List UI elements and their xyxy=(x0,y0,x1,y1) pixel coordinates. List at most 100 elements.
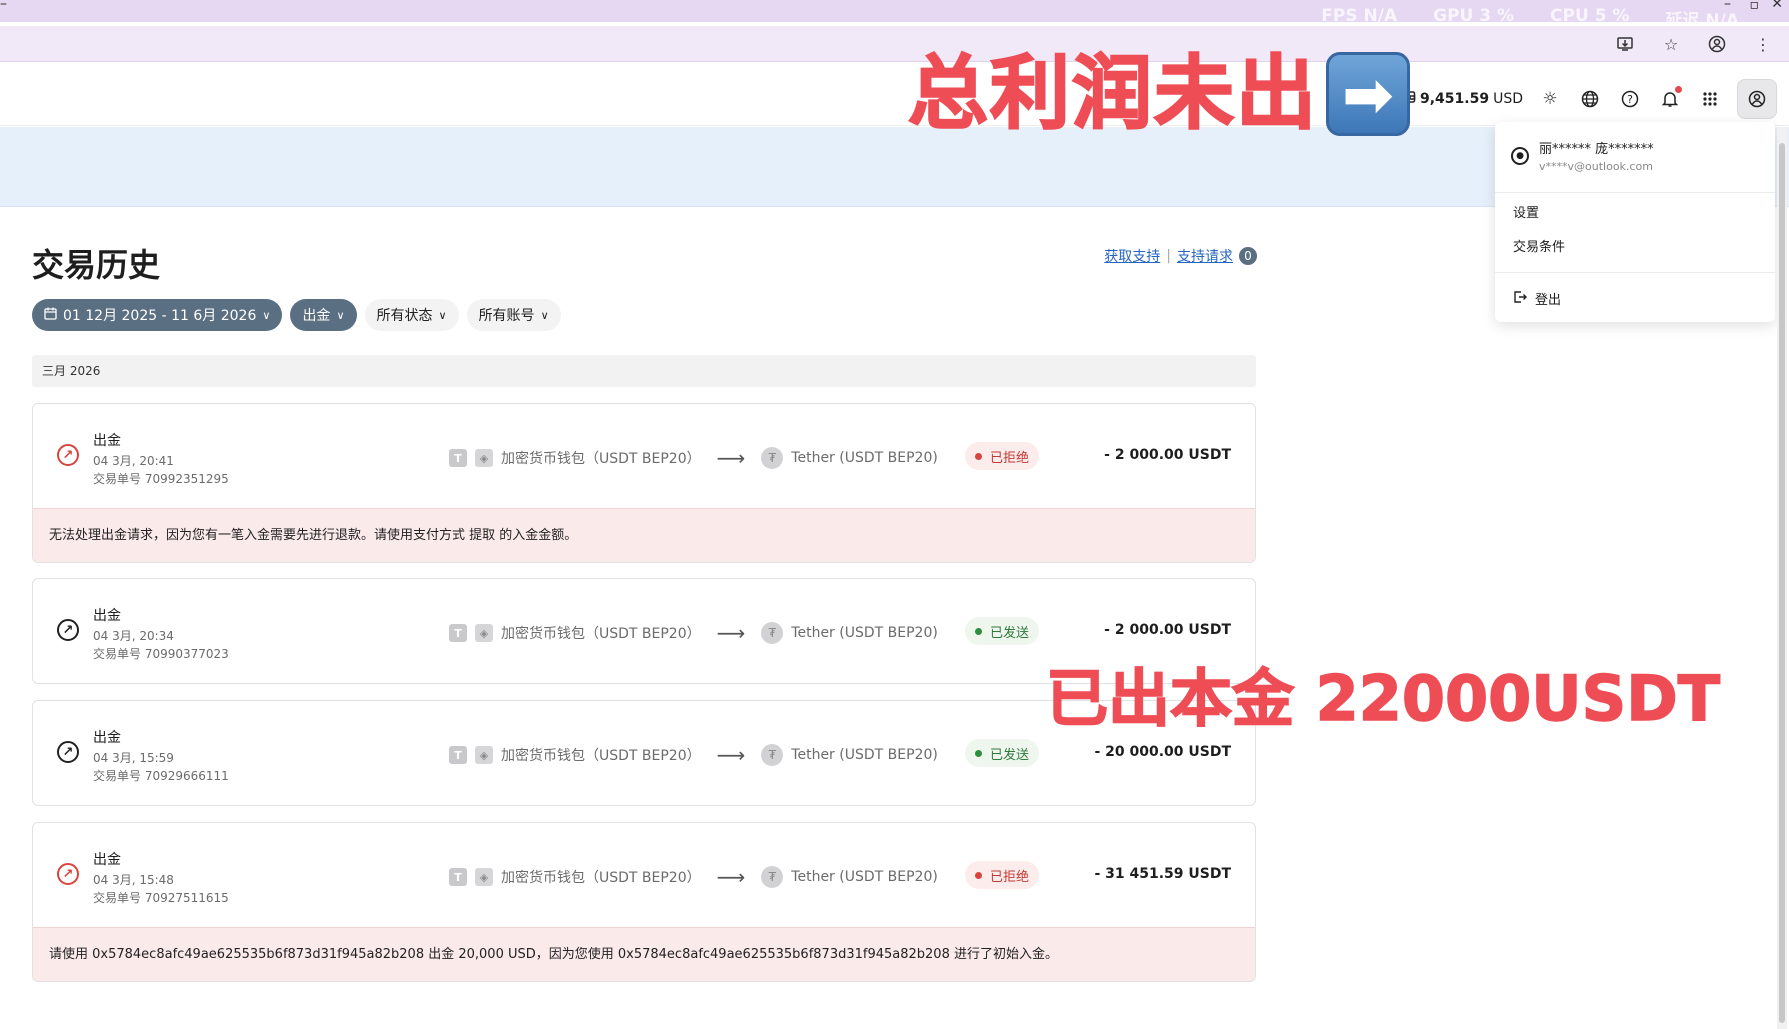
withdraw-icon: ↗ xyxy=(57,619,79,641)
page-title: 交易历史 xyxy=(32,246,161,284)
install-icon[interactable] xyxy=(1613,32,1637,56)
route-from: 加密货币钱包（USDT BEP20） xyxy=(501,748,701,764)
logout-menu-item[interactable]: 登出 xyxy=(1513,289,1561,308)
apps-icon[interactable] xyxy=(1697,86,1723,112)
user-email: v****v@outlook.com xyxy=(1539,160,1653,173)
divider xyxy=(1495,272,1775,273)
page-scrollbar[interactable] xyxy=(1777,127,1787,1029)
minimize-icon[interactable]: – xyxy=(0,0,7,12)
tether-icon: T xyxy=(449,746,467,764)
status-filter[interactable]: 所有状态 ∨ xyxy=(364,299,459,331)
globe-icon[interactable] xyxy=(1577,86,1603,112)
logout-label: 登出 xyxy=(1535,293,1562,308)
bep20-icon: ◈ xyxy=(475,624,493,642)
chevron-down-icon: ∨ xyxy=(262,308,271,322)
account-filter[interactable]: 所有账号 ∨ xyxy=(466,299,561,331)
chevron-down-icon: ∨ xyxy=(540,308,549,322)
transaction-date: 04 3月, 15:59 xyxy=(93,751,174,765)
status-badge: 已拒绝 xyxy=(965,442,1040,470)
sun-icon[interactable]: ☼ xyxy=(1537,86,1563,112)
support-links: 获取支持 | 支持请求 0 xyxy=(1104,246,1257,266)
amount-value: - 2 000.00 USDT xyxy=(1104,622,1231,638)
route-from: 加密货币钱包（USDT BEP20） xyxy=(501,626,701,642)
profile-dropdown: ● 丽****** 庞******* v****v@outlook.com 设置… xyxy=(1495,122,1775,322)
link-separator: | xyxy=(1166,248,1171,264)
transaction-date: 04 3月, 20:41 xyxy=(93,454,174,468)
requests-count-badge: 0 xyxy=(1239,247,1257,265)
account-icon[interactable] xyxy=(1737,79,1777,119)
bell-icon[interactable] xyxy=(1657,86,1683,112)
transaction-id: 交易单号 70929666111 xyxy=(93,769,229,783)
scrollbar-thumb[interactable] xyxy=(1779,143,1785,1023)
coin-icon: ₮ xyxy=(761,447,784,469)
month-header: 三月 2026 xyxy=(32,355,1256,387)
route-to: Tether (USDT BEP20) xyxy=(791,869,938,885)
trading-terms-menu-item[interactable]: 交易条件 xyxy=(1513,236,1565,255)
transaction-type: 出金 xyxy=(93,730,121,746)
transaction-amount: - 2 000.00 USDT xyxy=(1104,622,1231,638)
route-to: Tether (USDT BEP20) xyxy=(791,450,938,466)
close-icon[interactable]: ✕ xyxy=(1771,0,1783,12)
transaction-type: 出金 xyxy=(93,433,121,449)
transaction-card[interactable]: ↗ 出金 04 3月, 15:48 交易单号 70927511615 T ◈ 加… xyxy=(32,822,1256,982)
status-dot xyxy=(975,749,982,757)
chevron-down-icon: ∨ xyxy=(336,308,345,322)
withdraw-rejected-icon: ↗ xyxy=(57,444,79,466)
support-requests-link[interactable]: 支持请求 xyxy=(1177,246,1233,266)
dropdown-user: ● 丽****** 庞******* v****v@outlook.com xyxy=(1511,138,1654,173)
star-icon[interactable]: ☆ xyxy=(1659,32,1683,56)
bep20-icon: ◈ xyxy=(475,868,493,886)
balance-amount: 9,451.59 xyxy=(1419,91,1490,107)
settings-label: 设置 xyxy=(1513,206,1540,221)
type-filter[interactable]: 出金 ∨ xyxy=(290,299,357,331)
route-to: Tether (USDT BEP20) xyxy=(791,747,938,763)
help-icon[interactable]: ? xyxy=(1617,86,1643,112)
transaction-card[interactable]: ↗ 出金 04 3月, 20:41 交易单号 70992351295 T ◈ 加… xyxy=(32,403,1256,563)
divider xyxy=(1495,192,1775,193)
transaction-id: 交易单号 70992351295 xyxy=(93,472,229,486)
chevron-down-icon: ∨ xyxy=(438,308,447,322)
notification-dot xyxy=(1675,86,1682,93)
status-label: 已拒绝 xyxy=(990,450,1030,466)
date-range-filter[interactable]: 01 12月 2025 - 11 6月 2026 ∨ xyxy=(32,299,283,331)
status-badge: 已发送 xyxy=(965,739,1040,767)
restore-icon[interactable]: ▫ xyxy=(1750,0,1760,13)
amount-value: - 2 000.00 USDT xyxy=(1104,447,1231,463)
minimize-icon[interactable]: – xyxy=(1724,0,1731,12)
status-badge: 已拒绝 xyxy=(965,861,1040,889)
annotation-top-text: 总利润未出 xyxy=(907,47,1318,140)
annotation-mid-text: 已出本金 22000USDT xyxy=(1045,662,1721,735)
settings-menu-item[interactable]: 设置 xyxy=(1513,202,1539,221)
arrow-glyph: ➡ xyxy=(1342,57,1394,131)
route-from: 加密货币钱包（USDT BEP20） xyxy=(501,451,701,467)
transaction-amount: - 31 451.59 USDT xyxy=(1094,866,1231,882)
transaction-amount: - 2 000.00 USDT xyxy=(1104,447,1231,463)
balance-currency: USD xyxy=(1493,91,1523,107)
menu-icon[interactable]: ⋮ xyxy=(1751,32,1775,56)
transaction-id: 交易单号 70990377023 xyxy=(93,647,229,661)
status-label: 已拒绝 xyxy=(990,869,1030,885)
calendar-icon xyxy=(44,307,57,324)
withdraw-icon: ↗ xyxy=(57,741,79,763)
arrow-right-icon: ⟶ xyxy=(716,446,746,470)
get-support-link[interactable]: 获取支持 xyxy=(1104,246,1160,266)
status-label: 已发送 xyxy=(990,625,1030,641)
terms-label: 交易条件 xyxy=(1513,240,1566,255)
transaction-route: T ◈ 加密货币钱包（USDT BEP20） ⟶ ₮ Tether (USDT … xyxy=(449,865,938,889)
transaction-date: 04 3月, 20:34 xyxy=(93,629,174,643)
svg-text:?: ? xyxy=(1627,93,1633,106)
route-from: 加密货币钱包（USDT BEP20） xyxy=(501,870,701,886)
profile-icon[interactable] xyxy=(1705,32,1729,56)
transaction-route: T ◈ 加密货币钱包（USDT BEP20） ⟶ ₮ Tether (USDT … xyxy=(449,743,938,767)
transaction-date: 04 3月, 15:48 xyxy=(93,873,174,887)
transaction-route: T ◈ 加密货币钱包（USDT BEP20） ⟶ ₮ Tether (USDT … xyxy=(449,446,938,470)
balance-display[interactable]: 9,451.59 USD xyxy=(1400,89,1523,109)
transaction-amount: - 20 000.00 USDT xyxy=(1094,744,1231,760)
arrow-right-icon: ⟶ xyxy=(716,743,746,767)
tether-icon: T xyxy=(449,624,467,642)
amount-value: - 31 451.59 USDT xyxy=(1094,866,1231,882)
transaction-route: T ◈ 加密货币钱包（USDT BEP20） ⟶ ₮ Tether (USDT … xyxy=(449,621,938,645)
bep20-icon: ◈ xyxy=(475,746,493,764)
rejection-note: 请使用 0x5784ec8afc49ae625535b6f873d31f945a… xyxy=(33,927,1255,981)
arrow-right-icon: ➡ xyxy=(1326,52,1410,136)
